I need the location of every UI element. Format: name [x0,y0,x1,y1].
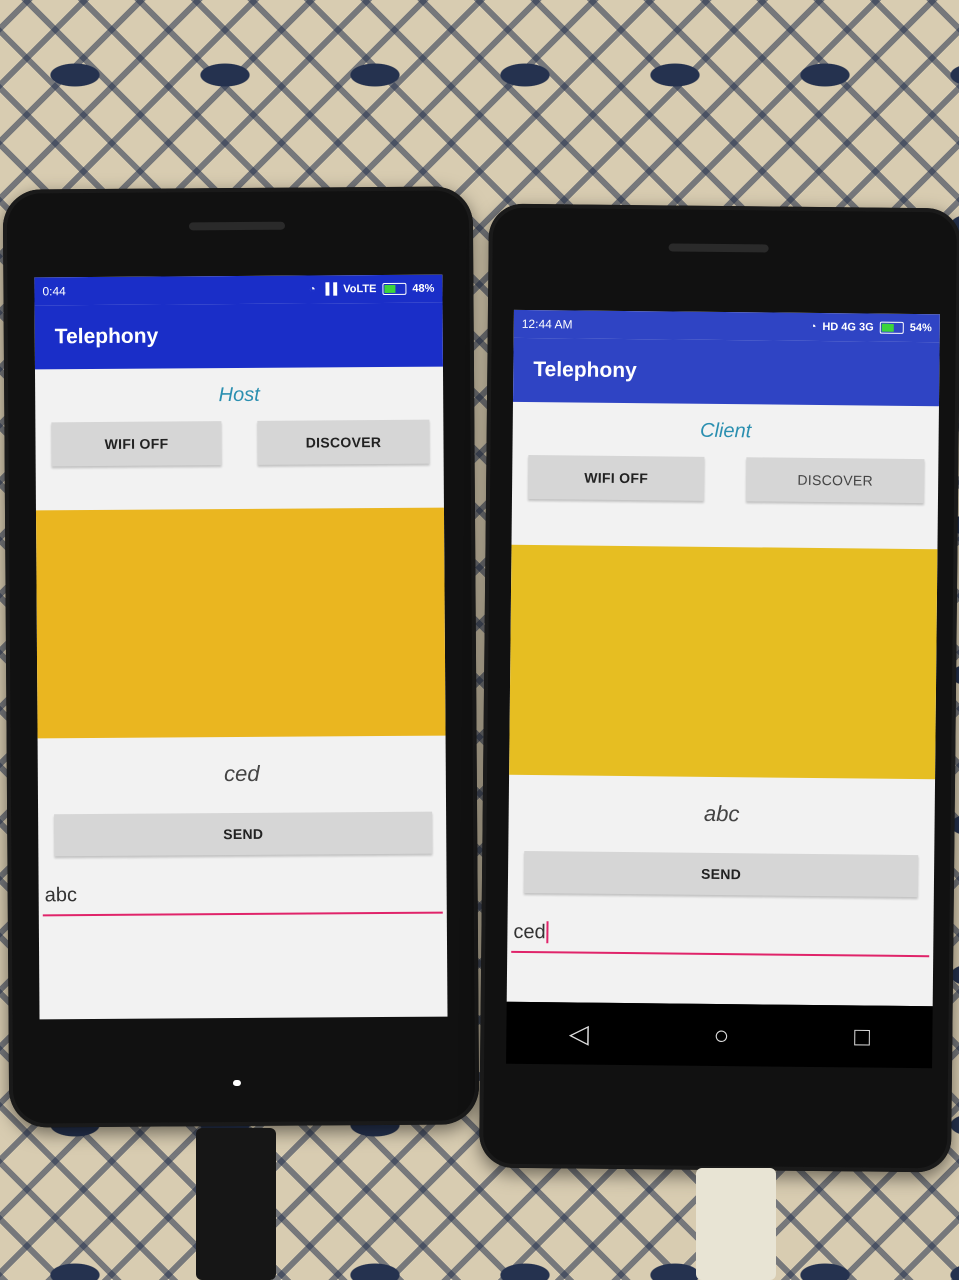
message-input[interactable]: ced [511,920,930,958]
home-icon[interactable]: ○ [713,1019,729,1050]
host-screen: 0:44 ◔ ▐▐ VoLTE 48% Telephony Host WIFI … [34,274,448,1020]
yellow-panel [509,544,938,780]
app-title: Telephony [34,302,443,370]
received-message: abc [703,800,740,827]
button-row: WIFI OFF DISCOVER [35,406,443,467]
role-label: Client [699,419,752,443]
wifi-off-button[interactable]: WIFI OFF [527,454,705,501]
signal-icon: ▐▐ [321,283,338,296]
status-icons: ◔ HD 4G 3G 54% [810,321,932,334]
send-button[interactable]: SEND [523,850,919,898]
button-row: WIFI OFF DISCOVER [512,441,939,504]
network-label: HD 4G 3G [822,321,874,334]
home-indicator [232,1080,241,1087]
message-input[interactable]: abc [42,881,443,917]
wifi-off-button[interactable]: WIFI OFF [51,421,222,467]
status-icons: ◔ ▐▐ VoLTE 48% [309,283,435,296]
role-label: Host [218,383,260,407]
usb-cable-right [696,1168,776,1280]
back-icon[interactable]: ◁ [569,1018,589,1049]
discover-button[interactable]: DISCOVER [257,419,430,465]
send-button[interactable]: SEND [54,811,433,857]
discover-button[interactable]: DISCOVER [745,457,925,504]
yellow-panel [35,507,446,739]
network-label: VoLTE [343,283,377,296]
battery-icon [879,321,904,334]
client-screen: 12:44 AM ◔ HD 4G 3G 54% Telephony Client… [506,309,940,1007]
battery-percent: 48% [412,282,435,295]
battery-percent: 54% [909,321,932,335]
status-time: 0:44 [42,284,66,299]
received-message: ced [223,760,260,787]
usb-cable-left [196,1128,276,1280]
recents-icon[interactable]: □ [854,1021,870,1052]
battery-icon [382,282,407,296]
earpiece [188,221,286,231]
wifi-icon: ◔ [308,283,316,296]
app-title: Telephony [512,337,940,407]
earpiece [668,243,769,253]
wifi-icon: ◔ [809,320,817,333]
client-phone: 12:44 AM ◔ HD 4G 3G 54% Telephony Client… [478,203,959,1173]
text-cursor [546,921,549,944]
input-text: ced [513,920,546,944]
status-bar: 12:44 AM ◔ HD 4G 3G 54% [513,309,940,343]
status-time: 12:44 AM [521,316,573,332]
navigation-bar: ◁ ○ □ [506,1001,933,1069]
host-phone: 0:44 ◔ ▐▐ VoLTE 48% Telephony Host WIFI … [2,186,480,1128]
status-bar: 0:44 ◔ ▐▐ VoLTE 48% [34,274,443,306]
